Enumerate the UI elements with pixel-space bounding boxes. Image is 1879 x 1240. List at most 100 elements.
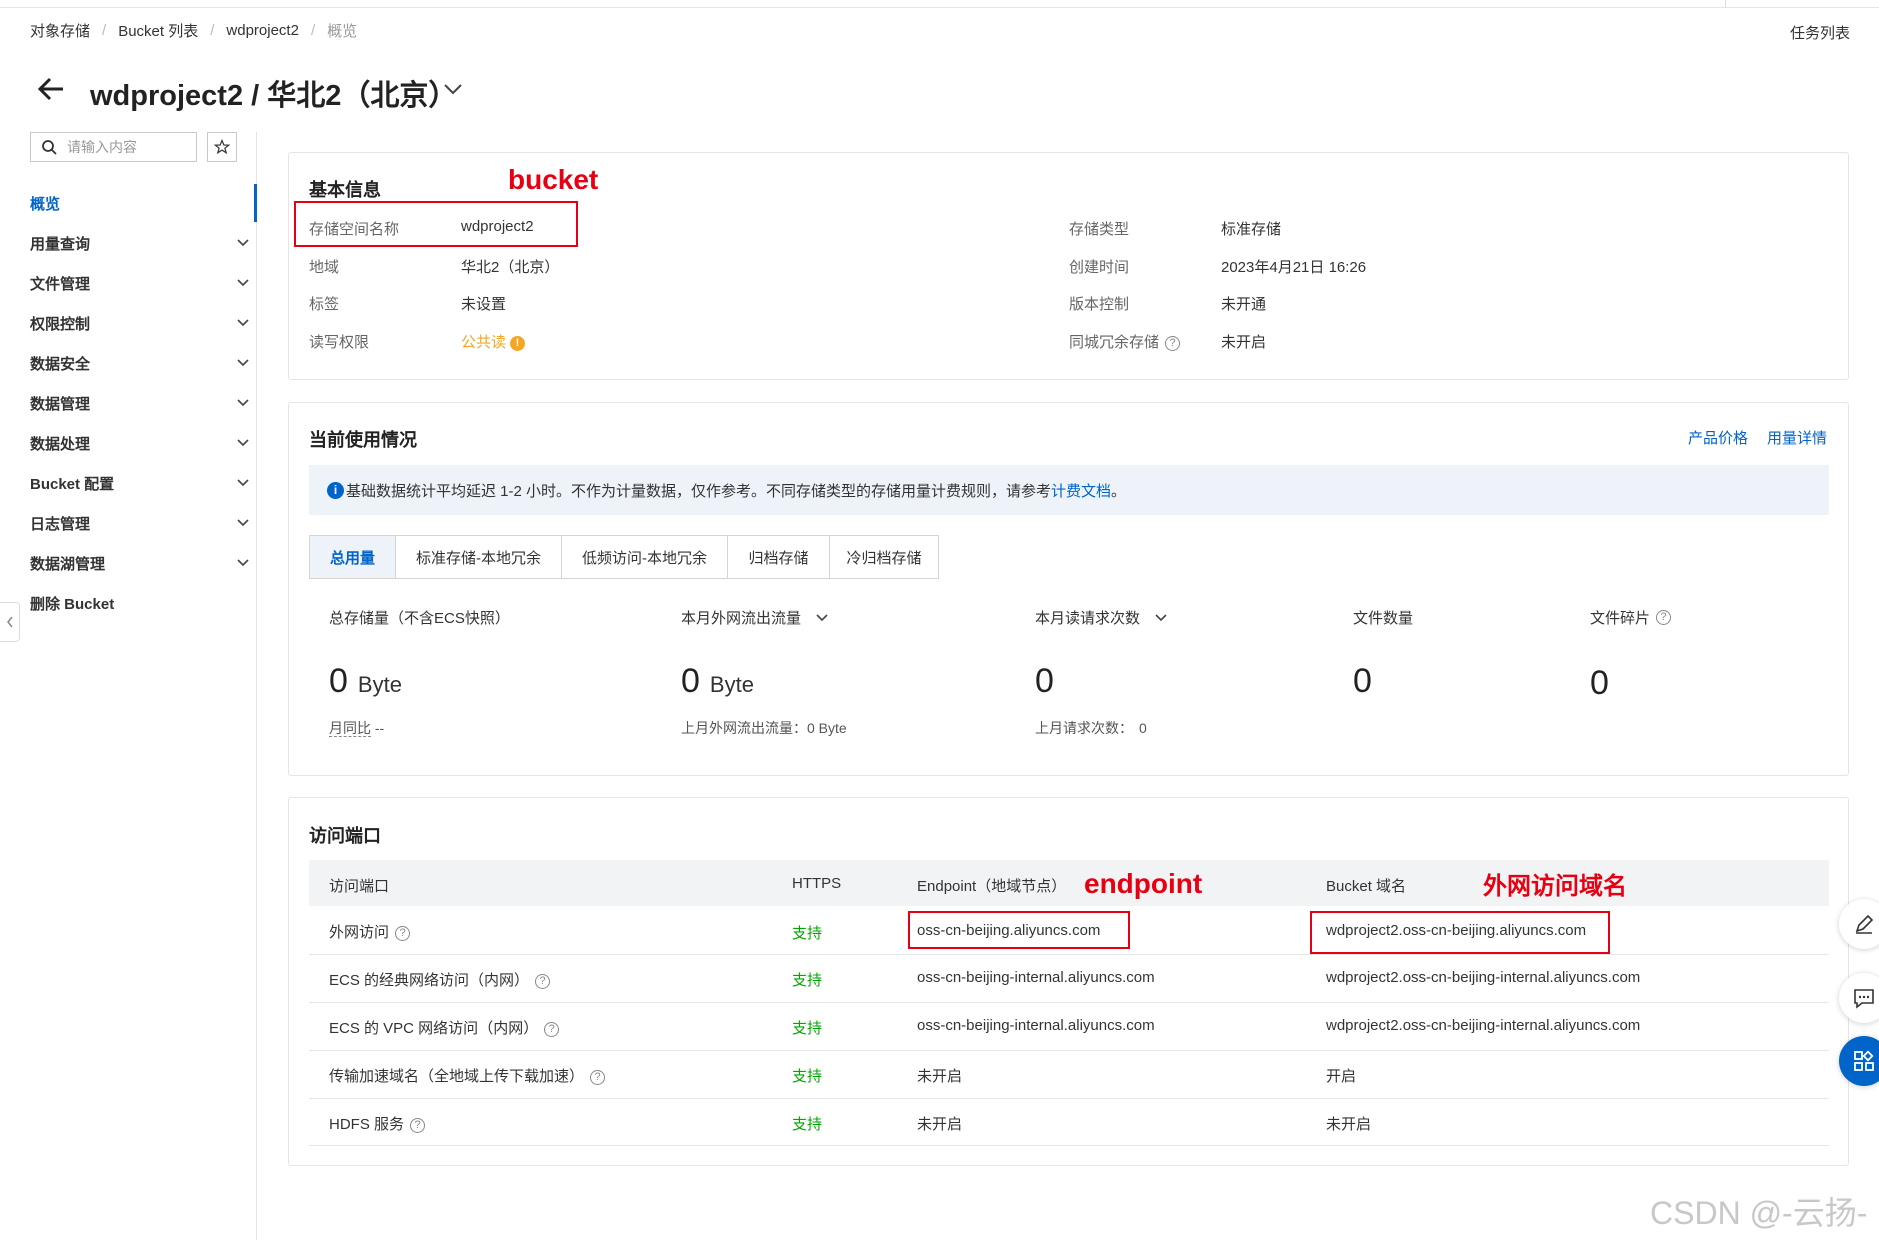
tab-archive[interactable]: 归档存储 <box>728 536 830 578</box>
breadcrumb-item-bucket-list[interactable]: Bucket 列表 <box>118 20 198 41</box>
tab-cold-archive[interactable]: 冷归档存储 <box>830 536 938 578</box>
https-support: 支持 <box>792 1116 823 1133</box>
endpoint-highlight-box <box>908 911 1130 949</box>
back-arrow-icon[interactable] <box>36 74 66 104</box>
row-port: ECS 的经典网络访问（内网）? <box>329 969 551 990</box>
billing-doc-link[interactable]: 计费文档 <box>1051 480 1111 501</box>
chevron-down-icon <box>237 399 249 407</box>
column-header-https: HTTPS <box>792 875 842 892</box>
breadcrumb-separator: / <box>310 21 316 39</box>
sidebar-item-label: 数据处理 <box>30 435 91 453</box>
metric-last-month-outbound: 上月外网流出流量：0 Byte <box>681 718 847 738</box>
port-name: HDFS 服务 <box>329 1116 405 1133</box>
row-divider <box>309 1145 1829 1146</box>
chevron-down-icon <box>237 559 249 567</box>
https-support: 支持 <box>792 1068 823 1085</box>
metric-sub-label: 上月请求次数： <box>1035 720 1133 736</box>
metric-outbound-label[interactable]: 本月外网流出流量 <box>681 607 829 628</box>
sidebar-item-label: 概览 <box>30 195 61 213</box>
help-icon[interactable]: ? <box>1165 335 1181 351</box>
tab-standard-lrs[interactable]: 标准存储-本地冗余 <box>396 536 562 578</box>
port-name: ECS 的 VPC 网络访问（内网） <box>329 1020 539 1037</box>
metric-read-requests-label[interactable]: 本月读请求次数 <box>1035 607 1168 628</box>
metric-sub-value: 0 <box>1139 720 1147 736</box>
breadcrumb-separator: / <box>102 21 107 39</box>
metric-sub-label[interactable]: 月同比 <box>329 720 371 737</box>
bucket-annotation: bucket <box>508 164 599 195</box>
chevron-down-icon[interactable] <box>442 80 464 98</box>
metric-file-count-value: 0 <box>1353 662 1372 700</box>
task-list-link[interactable]: 任务列表 <box>1790 22 1850 43</box>
zrs-value: 未开启 <box>1221 334 1267 351</box>
pricing-link[interactable]: 产品价格 <box>1688 427 1748 448</box>
port-name: ECS 的经典网络访问（内网） <box>329 972 530 989</box>
sidebar-item-logs[interactable]: 日志管理 <box>30 503 250 543</box>
sidebar-item-data-lake[interactable]: 数据湖管理 <box>30 543 250 583</box>
column-header-endpoint: Endpoint（地域节点） <box>917 878 1067 895</box>
help-icon[interactable]: ? <box>410 1117 426 1133</box>
sidebar-item-data-processing[interactable]: 数据处理 <box>30 423 250 463</box>
metric-file-count-label: 文件数量 <box>1353 610 1414 627</box>
top-divider <box>1725 0 1726 8</box>
https-support: 支持 <box>792 972 823 989</box>
breadcrumb-item-bucket[interactable]: wdproject2 <box>226 22 299 39</box>
help-icon[interactable]: ? <box>395 925 411 941</box>
usage-details-link[interactable]: 用量详情 <box>1767 427 1827 448</box>
column-header-port: 访问端口 <box>329 878 390 895</box>
tab-total-usage[interactable]: 总用量 <box>310 536 396 578</box>
sidebar-item-data-security[interactable]: 数据安全 <box>30 343 250 383</box>
metric-sub-value: -- <box>374 720 385 736</box>
metric-sub-label: 上月外网流出流量： <box>681 720 807 736</box>
metric-yoy: 月同比 -- <box>329 718 384 738</box>
watermark: CSDN @-云扬- <box>1650 1195 1868 1231</box>
sidebar-item-bucket-config[interactable]: Bucket 配置 <box>30 463 250 503</box>
search-icon <box>42 140 57 155</box>
metric-unit: Byte <box>709 672 754 697</box>
endpoint-value: oss-cn-beijing-internal.aliyuncs.com <box>917 1017 1155 1034</box>
tab-ia-lrs[interactable]: 低频访问-本地冗余 <box>562 536 728 578</box>
sidebar-item-label: Bucket 配置 <box>30 475 115 493</box>
chevron-down-icon <box>237 279 249 287</box>
warning-icon: ! <box>510 335 526 351</box>
chevron-down-icon <box>237 439 249 447</box>
sidebar-item-label: 日志管理 <box>30 515 91 533</box>
zrs-label: 同城冗余存储? <box>1069 331 1181 352</box>
usage-title: 当前使用情况 <box>309 430 417 450</box>
storage-class-label: 存储类型 <box>1069 221 1130 238</box>
sidebar-item-usage[interactable]: 用量查询 <box>30 223 250 263</box>
bucket-name-label: 存储空间名称 <box>309 221 400 238</box>
endpoint-annotation: endpoint <box>1084 868 1203 899</box>
row-divider <box>309 954 1829 955</box>
metric-fragments-value: 0 <box>1590 664 1609 702</box>
help-icon[interactable]: ? <box>544 1021 560 1037</box>
acl-label: 读写权限 <box>309 334 370 351</box>
breadcrumb: 对象存储 / Bucket 列表 / wdproject2 / 概览 <box>30 20 357 40</box>
sidebar-item-delete-bucket[interactable]: 删除 Bucket <box>30 583 250 623</box>
help-icon[interactable]: ? <box>535 973 551 989</box>
https-support: 支持 <box>792 925 823 942</box>
metric-total-storage-value: 0 Byte <box>329 662 402 701</box>
row-port: HDFS 服务? <box>329 1113 426 1134</box>
basic-info-title: 基本信息 <box>309 180 381 200</box>
sidebar-item-files[interactable]: 文件管理 <box>30 263 250 303</box>
sidebar-item-overview[interactable]: 概览 <box>30 183 250 223</box>
sidebar-item-data-management[interactable]: 数据管理 <box>30 383 250 423</box>
bucket-domain-value: wdproject2.oss-cn-beijing-internal.aliyu… <box>1326 1017 1641 1034</box>
favorite-star-icon[interactable] <box>207 132 237 162</box>
chevron-down-icon <box>237 519 249 527</box>
help-icon[interactable]: ? <box>1656 610 1672 625</box>
help-icon[interactable]: ? <box>590 1069 606 1085</box>
endpoint-value: 未开启 <box>917 1068 963 1085</box>
sidebar-collapse-button[interactable] <box>0 602 20 642</box>
storage-type-tabs: 总用量 标准存储-本地冗余 低频访问-本地冗余 归档存储 冷归档存储 <box>309 535 939 579</box>
breadcrumb-item-oss[interactable]: 对象存储 <box>30 20 90 41</box>
enable-acceleration-link[interactable]: 开启 <box>1326 1065 1356 1086</box>
port-name: 外网访问 <box>329 924 390 941</box>
metric-label-text: 本月外网流出流量 <box>681 610 802 627</box>
metric-label-text: 文件碎片 <box>1590 610 1651 627</box>
sidebar-item-permissions[interactable]: 权限控制 <box>30 303 250 343</box>
created-time-value: 2023年4月21日 16:26 <box>1221 259 1367 276</box>
domain-highlight-box <box>1310 911 1610 954</box>
sidebar-item-label: 数据安全 <box>30 355 91 373</box>
sidebar-search-input[interactable]: 请输入内容 <box>30 132 197 162</box>
